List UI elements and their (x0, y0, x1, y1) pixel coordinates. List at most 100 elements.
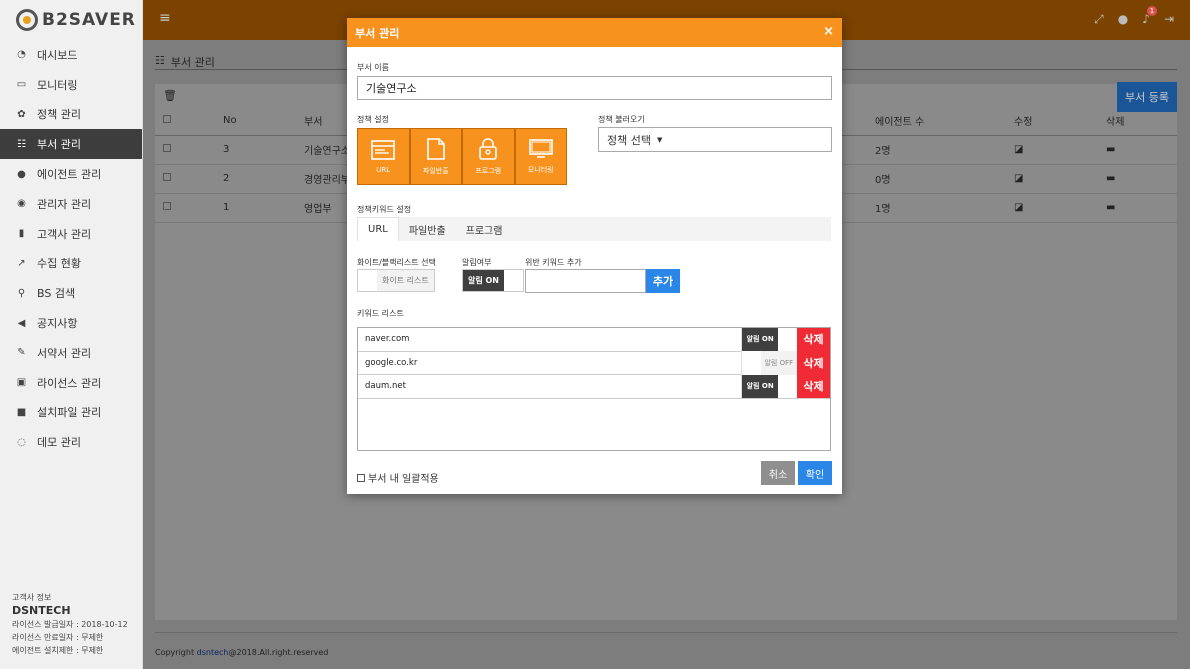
list-type-toggle[interactable]: 화이트 리스트 (357, 269, 435, 292)
gear-icon: ✿ (17, 108, 26, 120)
sidebar-item-agent[interactable]: ● 에이전트 관리 (0, 159, 142, 189)
sidebar-item-bs-search[interactable]: ⚲ BS 검색 (0, 278, 142, 308)
add-department-button[interactable]: 부서 등록 (1117, 82, 1177, 112)
customer-info: 고객사 정보 DSNTECH 라이선스 발급일자 : 2018-10-12 라이… (12, 591, 128, 657)
col-edit: 수정 (1014, 106, 1106, 136)
policy-url-button[interactable]: URL (357, 128, 410, 185)
policy-select-value: 정책 선택 (607, 133, 651, 147)
toggle-slot (778, 374, 797, 398)
sidebar-item-policy[interactable]: ✿ 정책 관리 (0, 100, 142, 130)
sidebar-item-demo[interactable]: ◌ 데모 관리 (0, 427, 142, 457)
fullscreen-icon[interactable]: ⤢ (1094, 12, 1104, 27)
page-title-text: 부서 관리 (170, 56, 215, 69)
alert-label: 알림여부 (462, 258, 492, 267)
keyword-delete-button[interactable]: 삭제 (797, 351, 830, 375)
keyword-alert-toggle[interactable]: 알림 ON (741, 327, 797, 351)
keyword-alert-toggle[interactable]: 알림 ON (741, 374, 797, 398)
tab-url[interactable]: URL (357, 217, 399, 241)
close-icon[interactable]: × (823, 25, 834, 38)
tab-file[interactable]: 파일반출 (399, 217, 456, 241)
license-icon: ▣ (16, 377, 27, 389)
alert-toggle[interactable]: 알림 ON (462, 269, 525, 292)
delete-icon[interactable]: ▬ (1106, 164, 1177, 194)
row-checkbox[interactable] (163, 144, 171, 152)
hamburger-icon[interactable]: ≡ (159, 11, 171, 25)
trash-icon[interactable]: 🗑 (163, 89, 177, 102)
sitemap-icon: ☷ (17, 138, 26, 150)
sidebar-item-installer[interactable]: ■ 설치파일 관리 (0, 398, 142, 428)
logout-icon[interactable]: ⇥ (1164, 12, 1174, 27)
bell-icon[interactable]: ♪ 1 (1142, 6, 1157, 27)
modal-header: 부서 관리 × (347, 18, 842, 47)
policy-select[interactable]: 정책 선택 ▼ (598, 127, 832, 152)
edit-icon[interactable]: ◪ (1014, 164, 1106, 194)
delete-icon[interactable]: ▬ (1106, 193, 1177, 223)
policy-monitor-button[interactable]: 모니터링 (514, 128, 567, 185)
policy-monitor-label: 모니터링 (527, 165, 554, 174)
lock-icon (479, 137, 498, 160)
chat-icon: ◌ (17, 436, 26, 448)
sidebar-item-label: 부서 관리 (37, 138, 81, 152)
row-select-cell[interactable] (155, 164, 223, 194)
dept-name-label: 부서 이름 (357, 63, 389, 72)
tab-program[interactable]: 프로그램 (456, 217, 513, 241)
keyword-delete-button[interactable]: 삭제 (797, 327, 830, 351)
sidebar-item-notice[interactable]: ◀ 공지사항 (0, 308, 142, 338)
checkbox-icon[interactable] (357, 473, 365, 482)
keyword-input[interactable] (525, 269, 646, 293)
keyword-delete-button[interactable]: 삭제 (797, 374, 830, 398)
select-all-cell[interactable] (155, 106, 223, 136)
sidebar-item-label: 데모 관리 (37, 436, 81, 450)
agent-install-limit: 에이전트 설치제한 : 무제한 (12, 646, 104, 655)
edit-icon[interactable]: ◪ (1014, 193, 1106, 223)
row-select-cell[interactable] (155, 193, 223, 223)
add-keyword-button[interactable]: 추가 (646, 269, 680, 293)
sidebar-item-label: 대시보드 (37, 48, 78, 62)
profile-icon[interactable]: ● (1118, 12, 1128, 27)
footer-prefix: Copyright (155, 648, 197, 657)
policy-load-label: 정책 불러오기 (598, 115, 645, 124)
footer-link[interactable]: dsntech (197, 648, 229, 657)
page-title: ☷ 부서 관리 (155, 54, 215, 70)
policy-file-label: 파일반출 (422, 166, 449, 175)
logo-mark-icon (16, 9, 38, 31)
dashboard-icon: ◔ (17, 49, 26, 61)
alert-on-label: 알림 ON (463, 270, 505, 291)
cancel-button[interactable]: 취소 (761, 461, 795, 485)
alert-on-label: 알림 ON (742, 327, 779, 351)
license-issue-date: 라이선스 발급일자 : 2018-10-12 (12, 620, 128, 629)
confirm-button[interactable]: 확인 (798, 461, 832, 485)
apply-all-checkbox[interactable]: 부서 내 일괄적용 (357, 470, 439, 485)
row-no: 1 (223, 193, 304, 223)
search-icon: ⚲ (17, 287, 26, 299)
keyword-alert-toggle[interactable]: 알림 OFF (741, 351, 797, 375)
monitor-icon: ▭ (16, 79, 27, 91)
policy-buttons: URL 파일반출 프로그램 모니터링 (357, 128, 567, 185)
logo[interactable]: B2SAVER (0, 0, 142, 40)
delete-icon[interactable]: ▬ (1106, 135, 1177, 165)
policy-file-button[interactable]: 파일반출 (409, 128, 462, 185)
row-select-cell[interactable] (155, 135, 223, 165)
sidebar-item-collection[interactable]: ↗ 수집 현황 (0, 249, 142, 279)
footer: Copyright dsntech@2018.All.right.reserve… (155, 648, 328, 657)
sidebar-item-label: 라이선스 관리 (37, 376, 102, 390)
building-icon: ▮ (18, 228, 25, 240)
sidebar-item-dashboard[interactable]: ◔ 대시보드 (0, 40, 142, 70)
toggle-slot (504, 270, 524, 291)
sidebar-item-department[interactable]: ☷ 부서 관리 (0, 129, 142, 160)
select-all-checkbox[interactable] (163, 114, 171, 123)
policy-program-button[interactable]: 프로그램 (462, 128, 515, 185)
sidebar-item-customer[interactable]: ▮ 고객사 관리 (0, 219, 142, 249)
whitelist-label: 화이트 리스트 (377, 270, 434, 291)
sidebar-item-pledge[interactable]: ✎ 서약서 관리 (0, 338, 142, 368)
sidebar-item-monitoring[interactable]: ▭ 모니터링 (0, 70, 142, 100)
row-checkbox[interactable] (163, 173, 171, 181)
sidebar-item-admin[interactable]: ◉ 관리자 관리 (0, 189, 142, 219)
row-checkbox[interactable] (163, 202, 171, 210)
sidebar-item-license[interactable]: ▣ 라이선스 관리 (0, 368, 142, 398)
col-agents: 에이전트 수 (875, 106, 1014, 136)
edit-icon[interactable]: ◪ (1014, 135, 1106, 165)
toggle-slot (358, 270, 377, 291)
sidebar: B2SAVER ◔ 대시보드 ▭ 모니터링 ✿ 정책 관리 ☷ 부서 관리 ● 에이전트 … (0, 0, 143, 669)
dept-name-input[interactable]: 기술연구소 (357, 76, 832, 100)
